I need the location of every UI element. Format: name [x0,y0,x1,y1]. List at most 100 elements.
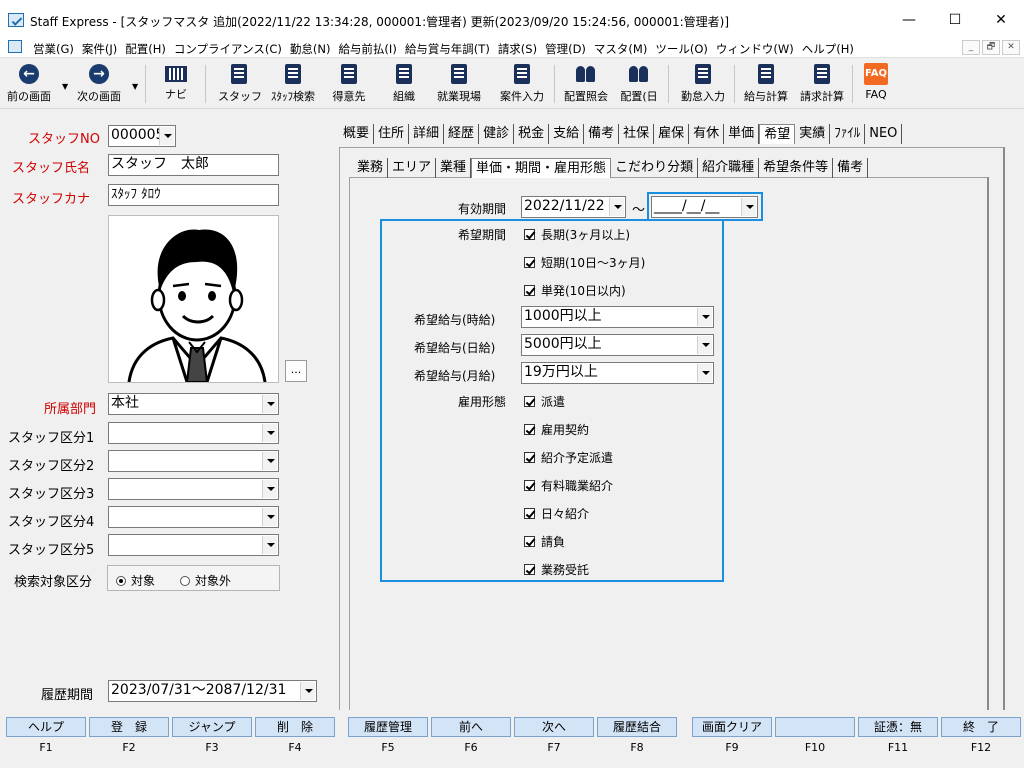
history-period-select[interactable]: 2023/07/31～2087/12/31 [108,680,317,702]
staff-category-2-select[interactable] [108,450,279,472]
f2-register-button[interactable]: 登 録 F2 [89,717,169,754]
subtab-conditions[interactable]: 希望条件等 [759,158,834,178]
tab-social-insurance[interactable]: 社保 [619,124,655,144]
f7-next-button[interactable]: 次へ F7 [514,717,594,754]
f6-prev-button[interactable]: 前へ F6 [431,717,511,754]
staff-category-5-select[interactable] [108,534,279,556]
subtab-work[interactable]: 業務 [353,158,389,178]
close-button[interactable]: ✕ [978,8,1024,32]
dept-select[interactable]: 本社 [108,393,279,415]
valid-from-select[interactable]: 2022/11/22 [521,196,626,218]
pay-month-select[interactable]: 19万円以上 [521,362,714,384]
mdi-minimize-button[interactable]: _ [962,40,980,55]
mdi-restore-button[interactable]: 🗗 [982,40,1000,55]
mdi-close-button[interactable]: ✕ [1002,40,1020,55]
emp-daily-placement-checkbox[interactable]: 日々紹介 [524,505,589,522]
browse-photo-button[interactable]: ... [285,360,307,382]
menu-item-prepay[interactable]: 給与前払(I) [335,41,401,57]
menu-item-billing[interactable]: 請求(S) [495,41,542,57]
menu-item-admin[interactable]: 管理(D) [542,41,591,57]
prev-screen-button[interactable]: ← 前の画面 [4,62,54,106]
site-button[interactable]: 就業現場 [433,62,485,106]
staff-no-select[interactable]: 000005 [108,125,176,147]
tab-neo[interactable]: NEO [865,124,903,144]
f11-evidence-button[interactable]: 証憑：無 F11 [858,717,938,754]
f10-button[interactable]: F10 [775,717,855,754]
staff-kana-input[interactable]: ｽﾀｯﾌ ﾀﾛｳ [108,184,279,206]
f5-history-button[interactable]: 履歴管理 F5 [348,717,428,754]
subtab-remarks[interactable]: 備考 [833,158,869,178]
menu-item-master[interactable]: マスタ(M) [591,41,652,57]
f4-delete-button[interactable]: 削 除 F4 [255,717,335,754]
assign-view-button[interactable]: 配置照会 [560,62,612,106]
staff-category-3-select[interactable] [108,478,279,500]
payroll-button[interactable]: 給与計算 [740,62,792,106]
menu-item-window[interactable]: ウィンドウ(W) [713,41,799,57]
menu-item-assign[interactable]: 配置(H) [122,41,171,57]
tab-remarks[interactable]: 備考 [584,124,620,144]
tab-paid-leave[interactable]: 有休 [689,124,725,144]
tab-preferences[interactable]: 希望 [759,124,796,144]
org-button[interactable]: 組織 [386,62,422,106]
client-button[interactable]: 得意先 [328,62,370,106]
billing-button[interactable]: 請求計算 [796,62,848,106]
f9-clear-button[interactable]: 画面クリア F9 [692,717,772,754]
emp-subcontract-checkbox[interactable]: 請負 [524,533,565,550]
menu-item-sales[interactable]: 営業(G) [30,41,79,57]
assign-day-button[interactable]: 配置(日 [616,62,662,106]
tab-employment-insurance[interactable]: 雇保 [654,124,690,144]
menu-item-attendance[interactable]: 勤怠(N) [287,41,336,57]
job-entry-button[interactable]: 案件入力 [496,62,548,106]
tab-unit-price[interactable]: 単価 [724,124,760,144]
tab-results[interactable]: 実績 [795,124,831,144]
tab-overview[interactable]: 概要 [339,124,375,144]
subtab-referral-jobs[interactable]: 紹介職種 [698,158,760,178]
pay-day-select[interactable]: 5000円以上 [521,334,714,356]
f1-help-button[interactable]: ヘルプ F1 [6,717,86,754]
period-short-checkbox[interactable]: 短期(10日～3ヶ月) [524,254,645,271]
emp-dispatch-checkbox[interactable]: 派遣 [524,393,565,410]
tab-tax[interactable]: 税金 [514,124,550,144]
attendance-button[interactable]: 勤怠入力 [676,62,730,106]
menu-item-salary[interactable]: 給与賞与年調(T) [402,41,495,57]
f12-exit-button[interactable]: 終 了 F12 [941,717,1021,754]
emp-outsourcing-checkbox[interactable]: 業務受託 [524,561,589,578]
f8-history-merge-button[interactable]: 履歴結合 F8 [597,717,677,754]
tab-health[interactable]: 健診 [479,124,515,144]
tab-address[interactable]: 住所 [374,124,410,144]
faq-button[interactable]: FAQ FAQ [860,62,892,106]
subtab-preferences-category[interactable]: こだわり分類 [611,158,699,178]
next-screen-button[interactable]: → 次の画面 [72,62,126,106]
menu-item-tools[interactable]: ツール(O) [652,41,713,57]
subtab-area[interactable]: エリア [388,158,437,178]
minimize-button[interactable]: — [886,8,932,32]
emp-temp-to-hire-checkbox[interactable]: 紹介予定派遣 [524,449,613,466]
emp-paid-placement-checkbox[interactable]: 有料職業紹介 [524,477,613,494]
maximize-button[interactable]: ☐ [932,8,978,32]
staff-search-button[interactable]: ｽﾀｯﾌ検索 [266,62,320,106]
staff-name-input[interactable]: スタッフ 太郎 [108,154,279,176]
navi-button[interactable]: ナビ [158,62,194,106]
tab-career[interactable]: 経歴 [444,124,480,144]
next-dropdown[interactable]: ▼ [128,62,138,106]
title-bar: Staff Express - [スタッフマスタ 追加(2022/11/22 1… [0,0,1024,38]
tab-details[interactable]: 詳細 [409,124,445,144]
search-target-off-radio[interactable]: 対象外 [180,572,231,589]
subtab-industry[interactable]: 業種 [436,158,472,178]
staff-button[interactable]: スタッフ [218,62,262,106]
menu-item-compliance[interactable]: コンプライアンス(C) [171,41,287,57]
menu-item-job[interactable]: 案件(J) [79,41,122,57]
period-long-checkbox[interactable]: 長期(3ヶ月以上) [524,226,630,243]
tab-payment[interactable]: 支給 [549,124,585,144]
search-target-on-radio[interactable]: 対象 [116,572,155,589]
staff-category-4-select[interactable] [108,506,279,528]
staff-category-1-select[interactable] [108,422,279,444]
pay-hour-select[interactable]: 1000円以上 [521,306,714,328]
tab-files[interactable]: ﾌｧｲﾙ [830,124,866,144]
f3-jump-button[interactable]: ジャンプ F3 [172,717,252,754]
prev-dropdown[interactable]: ▼ [58,62,68,106]
subtab-price-period-employment[interactable]: 単価・期間・雇用形態 [471,158,612,178]
menu-item-help[interactable]: ヘルプ(H) [799,41,859,57]
emp-contract-checkbox[interactable]: 雇用契約 [524,421,589,438]
period-single-checkbox[interactable]: 単発(10日以内) [524,282,626,299]
